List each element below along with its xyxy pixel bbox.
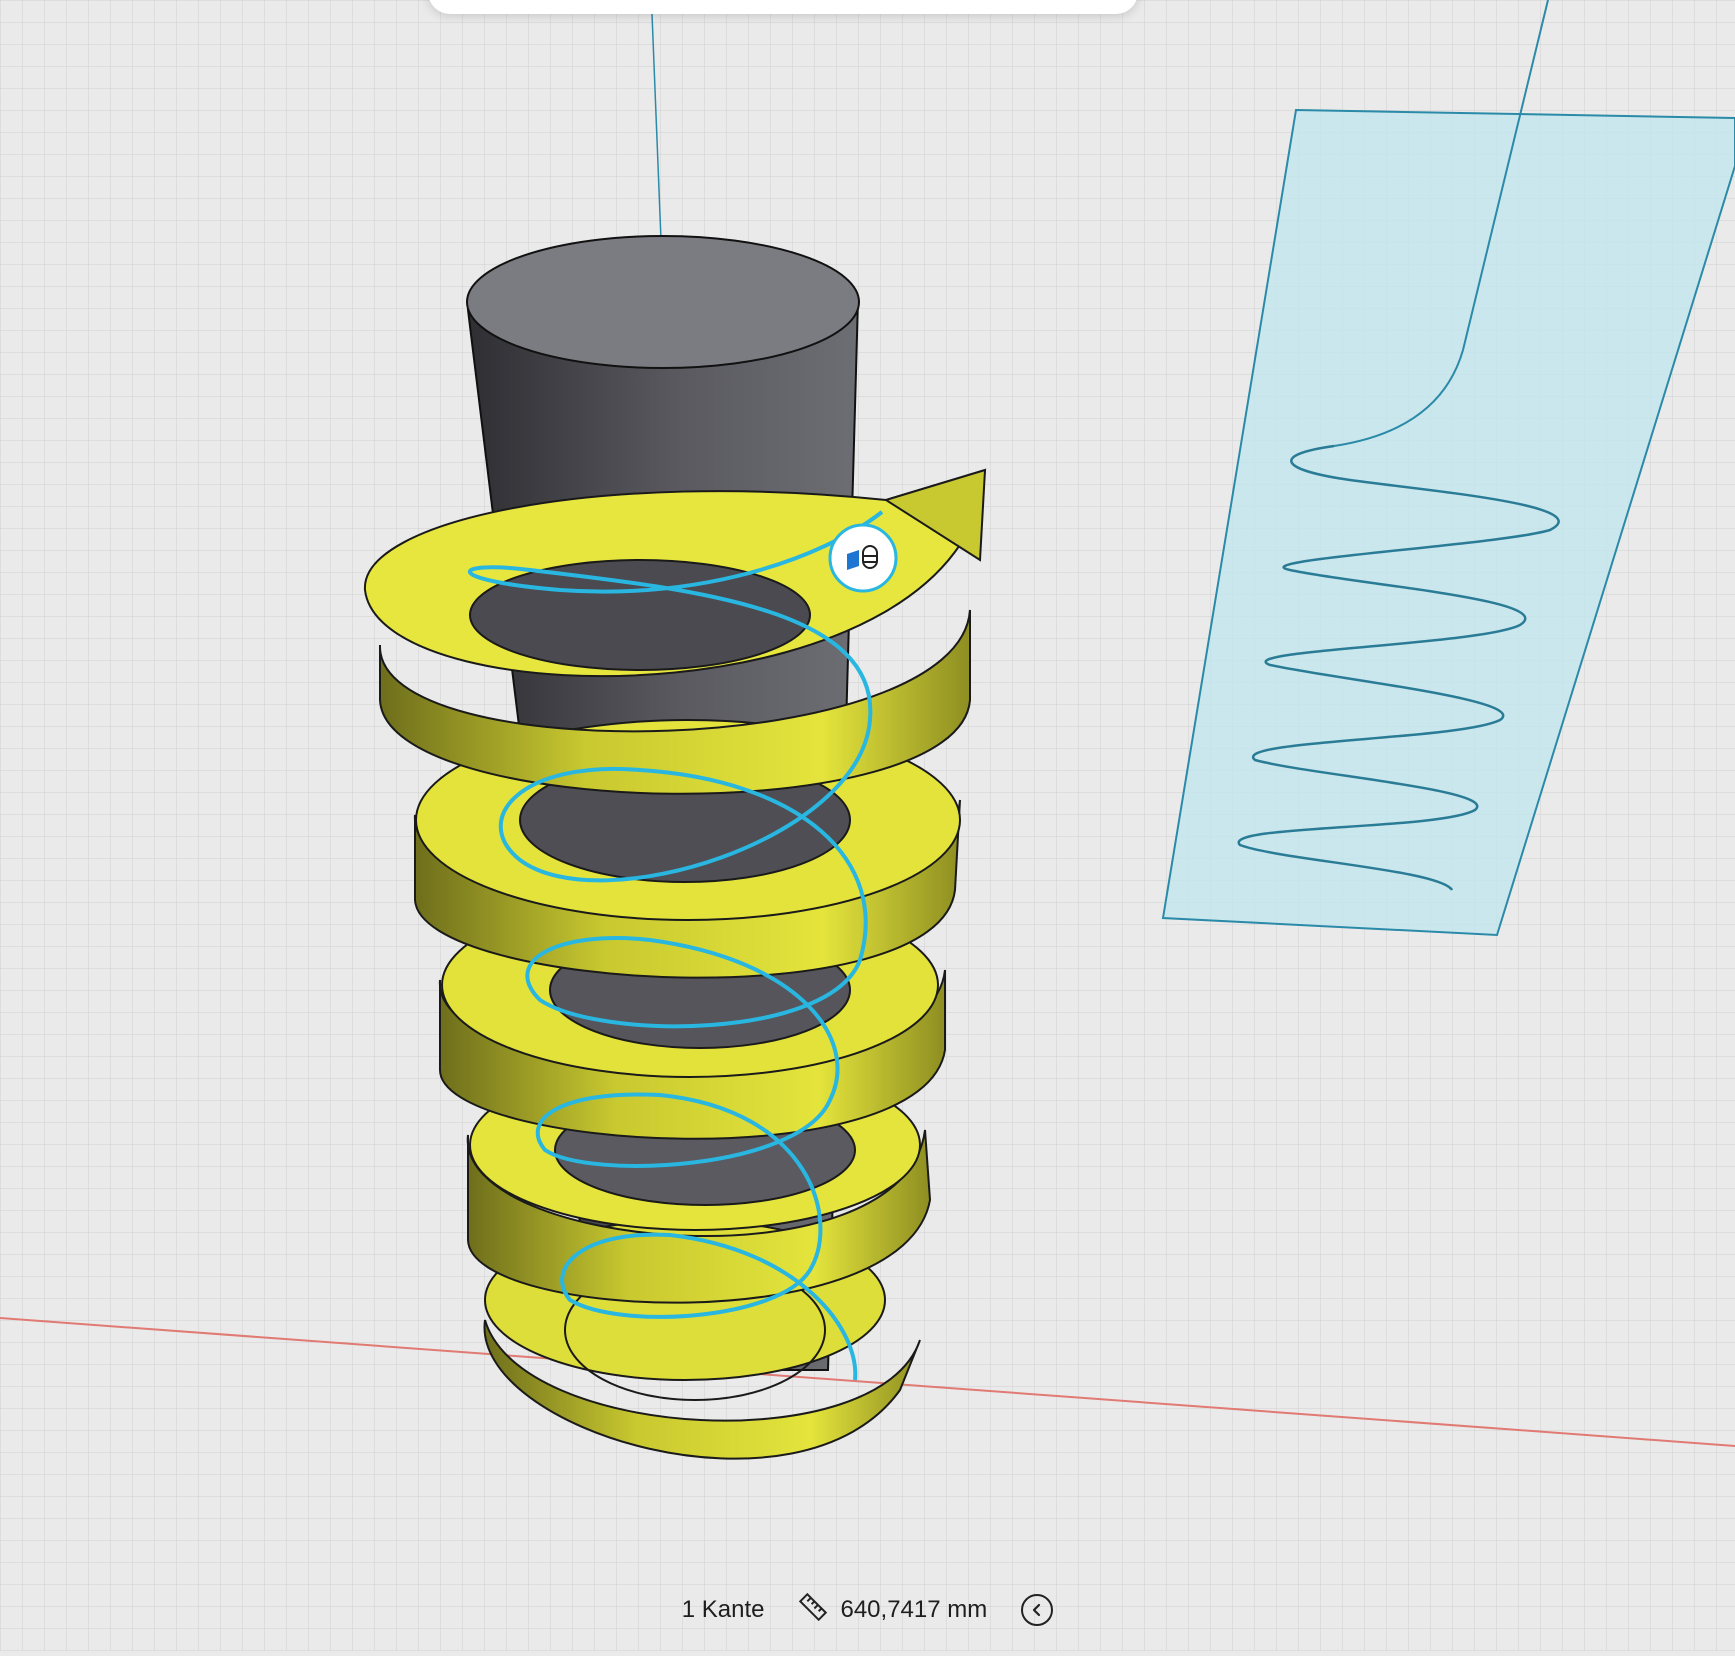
cylinder-top-face[interactable]: [466, 235, 860, 369]
selection-count-group: 1 Kante: [682, 1596, 765, 1624]
3d-viewport[interactable]: 1 Kante 640,7417 mm: [0, 0, 1735, 1651]
top-toolbar-panel[interactable]: [428, 0, 1138, 14]
measurement-value: 640,7417 mm: [840, 1596, 988, 1623]
selection-count-label: 1 Kante: [681, 1596, 765, 1623]
selection-filter-badge[interactable]: [828, 523, 898, 593]
status-bar: 1 Kante 640,7417 mm: [0, 1590, 1735, 1630]
collapse-status-button[interactable]: [1021, 1594, 1054, 1626]
ruler-icon: [798, 1592, 828, 1629]
measurement-group: 640,7417 mm: [798, 1592, 987, 1629]
viewport-canvas[interactable]: [0, 0, 1735, 1651]
chevron-left-icon: [1030, 1596, 1044, 1624]
